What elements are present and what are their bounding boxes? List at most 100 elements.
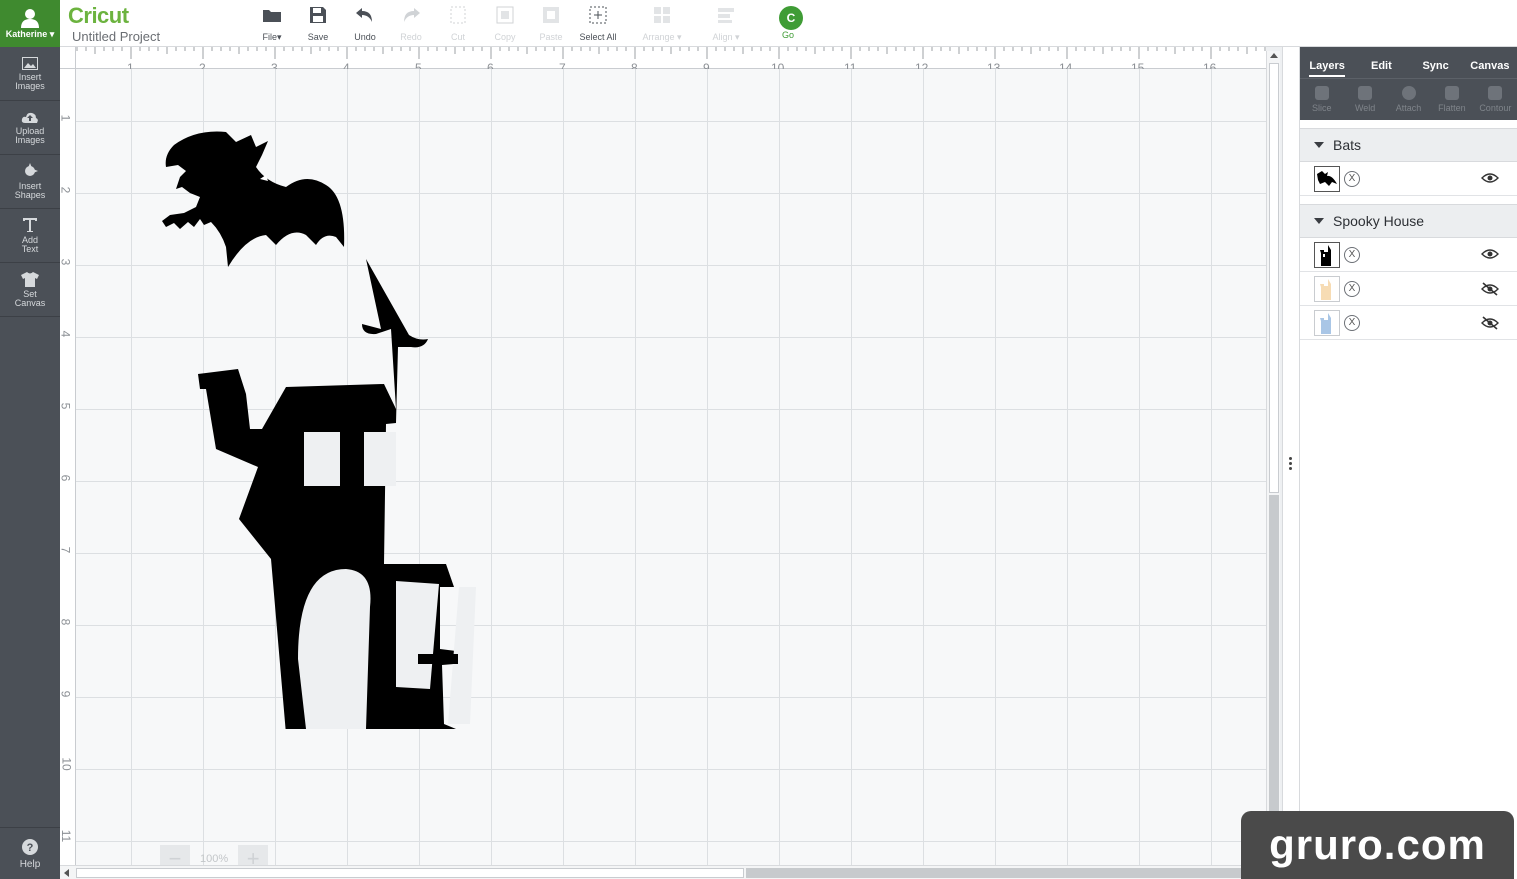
select-all-button[interactable]: Select All [574,4,622,42]
spooky-house-image[interactable] [186,209,546,729]
layer-group-bats[interactable]: Bats [1300,128,1517,162]
panel-splitter[interactable] [1282,47,1299,879]
go-button[interactable]: C [779,6,803,30]
horizontal-scroll-thumb[interactable] [76,868,744,878]
ruler-number: 10 [60,757,74,771]
align-icon [718,8,734,23]
sidebar-insert-images[interactable]: Insert Images [0,47,60,101]
select-all-label: Select All [579,32,617,42]
file-button[interactable]: File▾ [248,4,296,43]
copy-icon [496,6,514,24]
eye-icon[interactable] [1481,248,1499,260]
image-icon [22,56,38,70]
zoom-level: 100% [200,853,229,865]
layer-row[interactable]: X [1300,238,1517,272]
align-button[interactable]: Align ▾ [702,4,750,43]
ruler-number: 1 [60,115,72,122]
cut-button[interactable]: Cut [434,4,482,42]
cut-type-icon[interactable]: X [1344,280,1360,297]
align-label: Align ▾ [712,32,740,42]
ruler-number: 5 [60,403,72,410]
ruler-number: 3 [60,259,72,266]
layer-row[interactable]: X [1300,162,1517,196]
paste-icon [543,7,559,23]
cut-icon [450,6,466,24]
house-thumb-icon [1320,278,1331,300]
layer-group-spooky-house[interactable]: Spooky House [1300,204,1517,238]
sidebar-label: Images [15,80,45,91]
copy-button[interactable]: Copy [481,4,529,42]
arrange-icon [654,7,670,23]
ruler-number: 4 [60,331,72,338]
sidebar-upload-images[interactable]: Upload Images [0,101,60,155]
save-label: Save [307,32,329,42]
vertical-scrollbar[interactable] [1266,51,1280,871]
weld-button[interactable]: Weld [1343,79,1386,120]
slice-button[interactable]: Slice [1300,79,1343,120]
project-title[interactable]: Untitled Project [72,29,160,44]
cloud-upload-icon [21,112,38,123]
ruler-number: 2 [60,187,72,194]
caret-down-icon[interactable] [1314,142,1324,148]
design-canvas: 1 2 3 4 5 6 7 8 9 10 11 12 13 14 15 16 1… [60,47,1282,879]
help-button[interactable]: ? Help [0,827,60,879]
shirt-icon [21,271,39,287]
user-menu[interactable]: Katherine ▾ [0,0,60,47]
arrange-button[interactable]: Arrange ▾ [638,4,686,43]
cut-type-icon[interactable]: X [1344,170,1360,187]
file-label: File▾ [262,32,282,42]
horizontal-scrollbar[interactable] [60,865,1266,879]
vertical-scroll-thumb[interactable] [1269,63,1279,493]
layer-row[interactable]: X [1300,306,1517,340]
canvas-grid[interactable]: − 100% + [76,69,1266,873]
redo-button[interactable]: Redo [387,4,435,42]
copy-label: Copy [494,32,516,42]
tab-sync[interactable]: Sync [1409,60,1463,78]
flatten-button[interactable]: Flatten [1430,79,1473,120]
layer-row[interactable]: X [1300,272,1517,306]
drag-handle-icon[interactable] [1289,457,1293,472]
sidebar-add-text[interactable]: Add Text [0,209,60,263]
paste-label: Paste [539,32,563,42]
select-all-icon [589,6,607,24]
sidebar-insert-shapes[interactable]: Insert Shapes [0,155,60,209]
ruler-top-ticks [76,47,1266,59]
layer-thumbnail [1314,275,1340,302]
go-label: Go [782,30,795,40]
watermark: gruro.com [1241,811,1514,879]
contour-button[interactable]: Contour [1474,79,1517,120]
slice-icon [1314,86,1329,100]
svg-text:?: ? [27,842,34,854]
cut-type-icon[interactable]: X [1344,246,1360,263]
save-icon [310,7,326,23]
horizontal-scroll-track[interactable] [746,868,1251,878]
ruler-number: 11 [60,829,74,843]
caret-down-icon[interactable] [1314,218,1324,224]
eye-icon[interactable] [1481,172,1499,184]
eye-hidden-icon[interactable] [1481,282,1499,296]
eye-hidden-icon[interactable] [1481,316,1499,330]
shapes-icon [25,163,38,176]
layer-thumbnail [1314,241,1340,268]
sidebar-set-canvas[interactable]: Set Canvas [0,263,60,317]
ruler-top: 1 2 3 4 5 6 7 8 9 10 11 12 13 14 15 16 [76,47,1266,75]
ruler-number: 8 [60,619,72,626]
undo-icon [356,8,372,22]
sidebar-label: Text [21,244,39,254]
attach-button[interactable]: Attach [1387,79,1430,120]
cut-type-icon[interactable]: X [1344,314,1360,331]
undo-button[interactable]: Undo [341,4,389,42]
ruler-number: 9 [60,691,72,698]
vertical-scroll-track[interactable] [1269,495,1279,865]
group-name: Spooky House [1333,213,1425,229]
user-icon [21,8,39,28]
tab-layers[interactable]: Layers [1300,60,1354,78]
scroll-left-icon[interactable] [64,869,69,877]
save-button[interactable]: Save [294,4,342,42]
cut-label: Cut [450,32,465,42]
tab-edit[interactable]: Edit [1354,60,1408,78]
tab-canvas[interactable]: Canvas [1463,60,1517,78]
scroll-up-icon[interactable] [1270,53,1278,58]
sidebar-label: Shapes [14,190,46,200]
paste-button[interactable]: Paste [527,4,575,42]
